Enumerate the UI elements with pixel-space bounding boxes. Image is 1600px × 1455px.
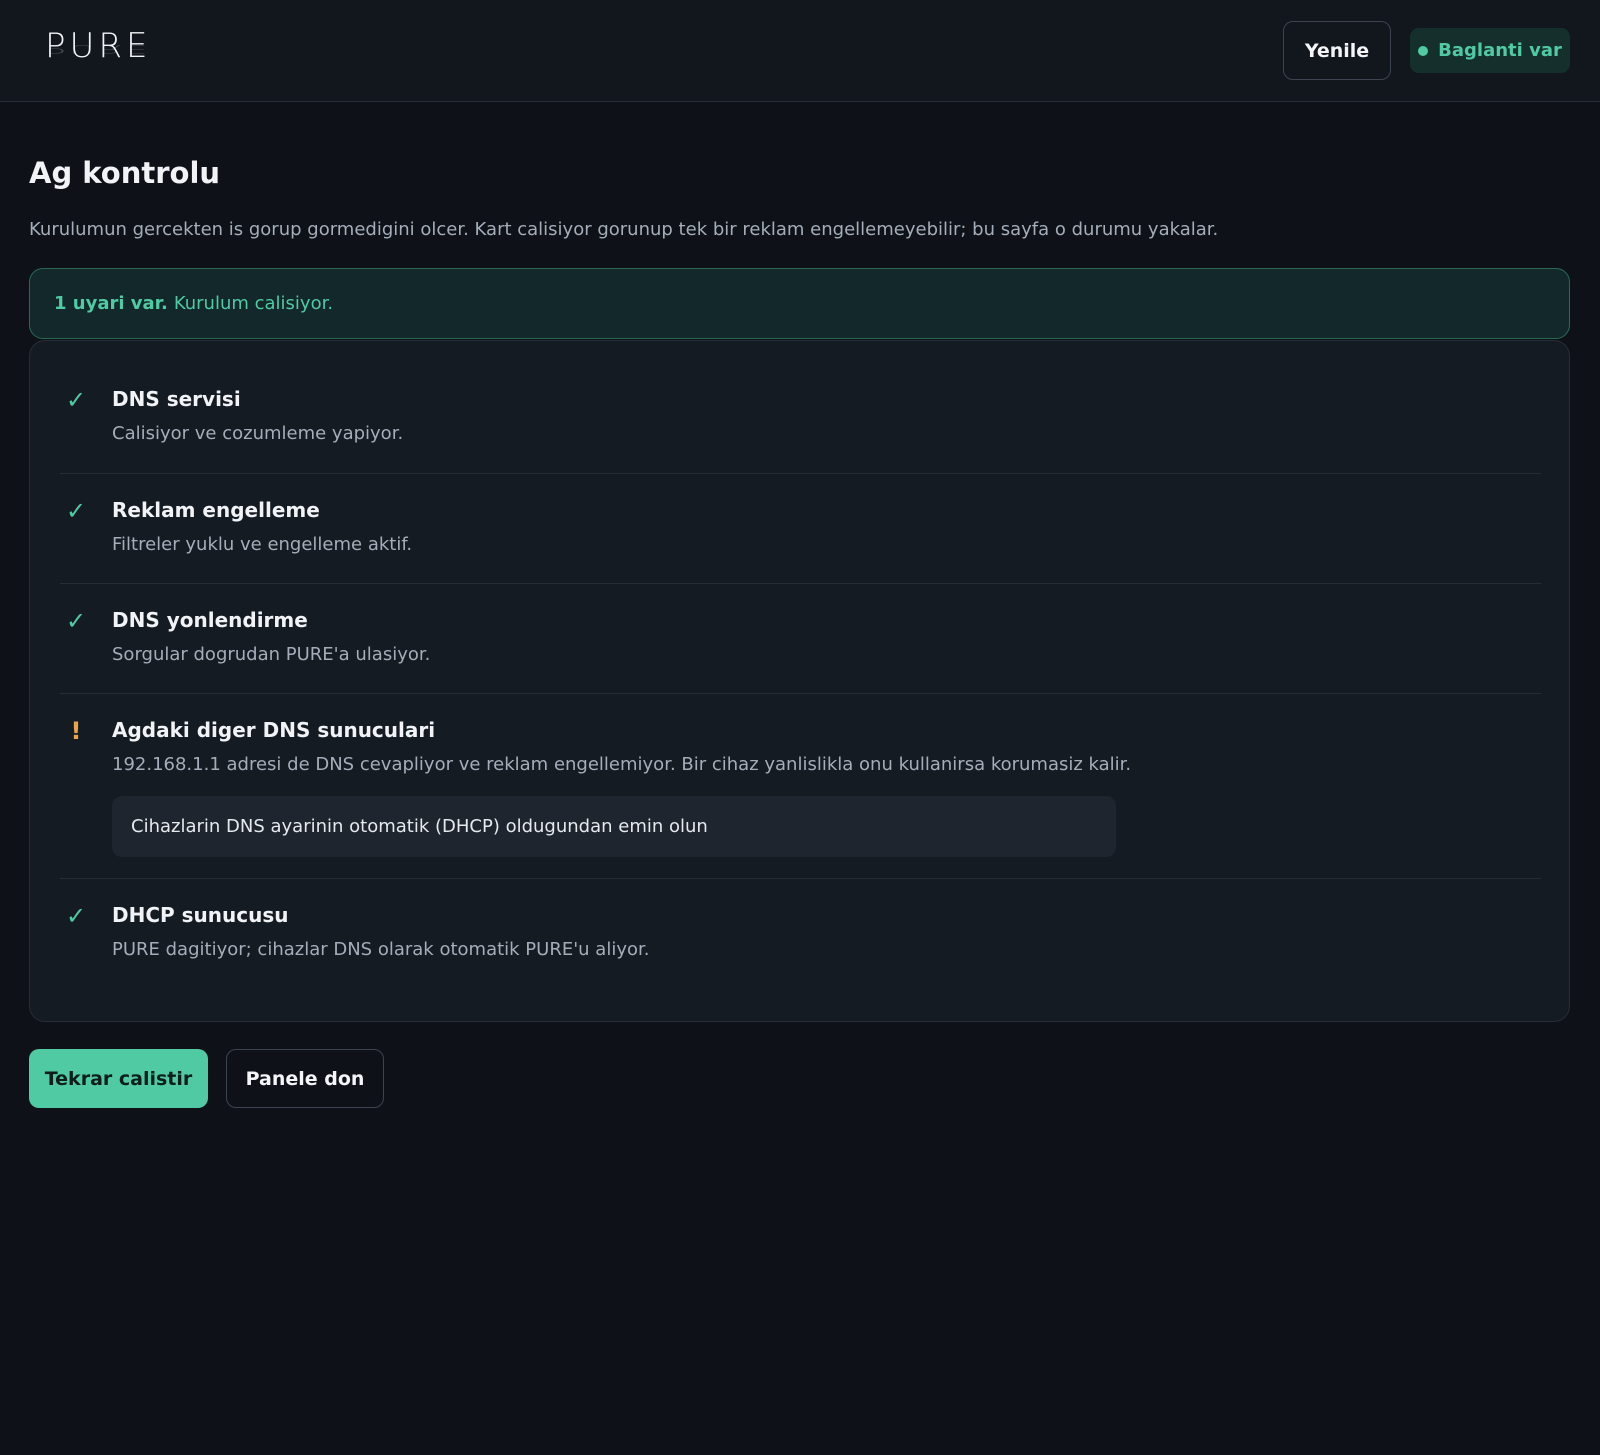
top-bar: PURE PURE Yenile Baglanti var <box>0 0 1600 102</box>
page-title: Ag kontrolu <box>29 156 221 190</box>
check-row-ad-blocking: ✓ Reklam engelleme Filtreler yuklu ve en… <box>60 474 1541 584</box>
check-row-dhcp-server: ✓ DHCP sunucusu PURE dagitiyor; cihazlar… <box>60 879 1541 999</box>
check-description: 192.168.1.1 adresi de DNS cevapliyor ve … <box>112 754 1132 775</box>
check-row-other-dns-servers: ! Agdaki diger DNS sunuculari 192.168.1.… <box>60 694 1541 879</box>
check-row-dns-service: ✓ DNS servisi Calisiyor ve cozumleme yap… <box>60 363 1541 474</box>
page-description: Kurulumun gercekten is gorup gormedigini… <box>29 219 1219 240</box>
check-description: Sorgular dogrudan PURE'a ulasiyor. <box>112 644 431 665</box>
refresh-button[interactable]: Yenile <box>1283 21 1391 80</box>
check-title: DNS yonlendirme <box>112 608 308 632</box>
rerun-button[interactable]: Tekrar calistir <box>29 1049 208 1108</box>
pure-logo-reflection: PURE <box>45 42 152 56</box>
check-title: DHCP sunucusu <box>112 903 289 927</box>
connection-status-badge: Baglanti var <box>1410 28 1570 73</box>
check-hint: Cihazlarin DNS ayarinin otomatik (DHCP) … <box>112 796 1116 857</box>
check-icon: ✓ <box>65 607 87 635</box>
connection-status-label: Baglanti var <box>1438 40 1562 61</box>
check-row-dns-redirect: ✓ DNS yonlendirme Sorgular dogrudan PURE… <box>60 584 1541 694</box>
check-icon: ✓ <box>65 902 87 930</box>
check-description: Calisiyor ve cozumleme yapiyor. <box>112 423 404 444</box>
check-title: Reklam engelleme <box>112 498 320 522</box>
check-icon: ✓ <box>65 497 87 525</box>
check-icon: ✓ <box>65 386 87 414</box>
check-description: PURE dagitiyor; cihazlar DNS olarak otom… <box>112 939 650 960</box>
checks-card: ✓ DNS servisi Calisiyor ve cozumleme yap… <box>29 340 1570 1022</box>
check-title: DNS servisi <box>112 387 241 411</box>
warning-icon: ! <box>70 717 82 745</box>
check-description: Filtreler yuklu ve engelleme aktif. <box>112 534 413 555</box>
check-title: Agdaki diger DNS sunuculari <box>112 718 436 742</box>
back-to-panel-button[interactable]: Panele don <box>226 1049 384 1108</box>
alert-warning-count: 1 uyari var. <box>54 293 168 314</box>
status-dot-icon <box>1418 45 1429 56</box>
summary-alert: 1 uyari var. Kurulum calisiyor. <box>29 268 1570 339</box>
alert-message: Kurulum calisiyor. <box>173 293 334 314</box>
